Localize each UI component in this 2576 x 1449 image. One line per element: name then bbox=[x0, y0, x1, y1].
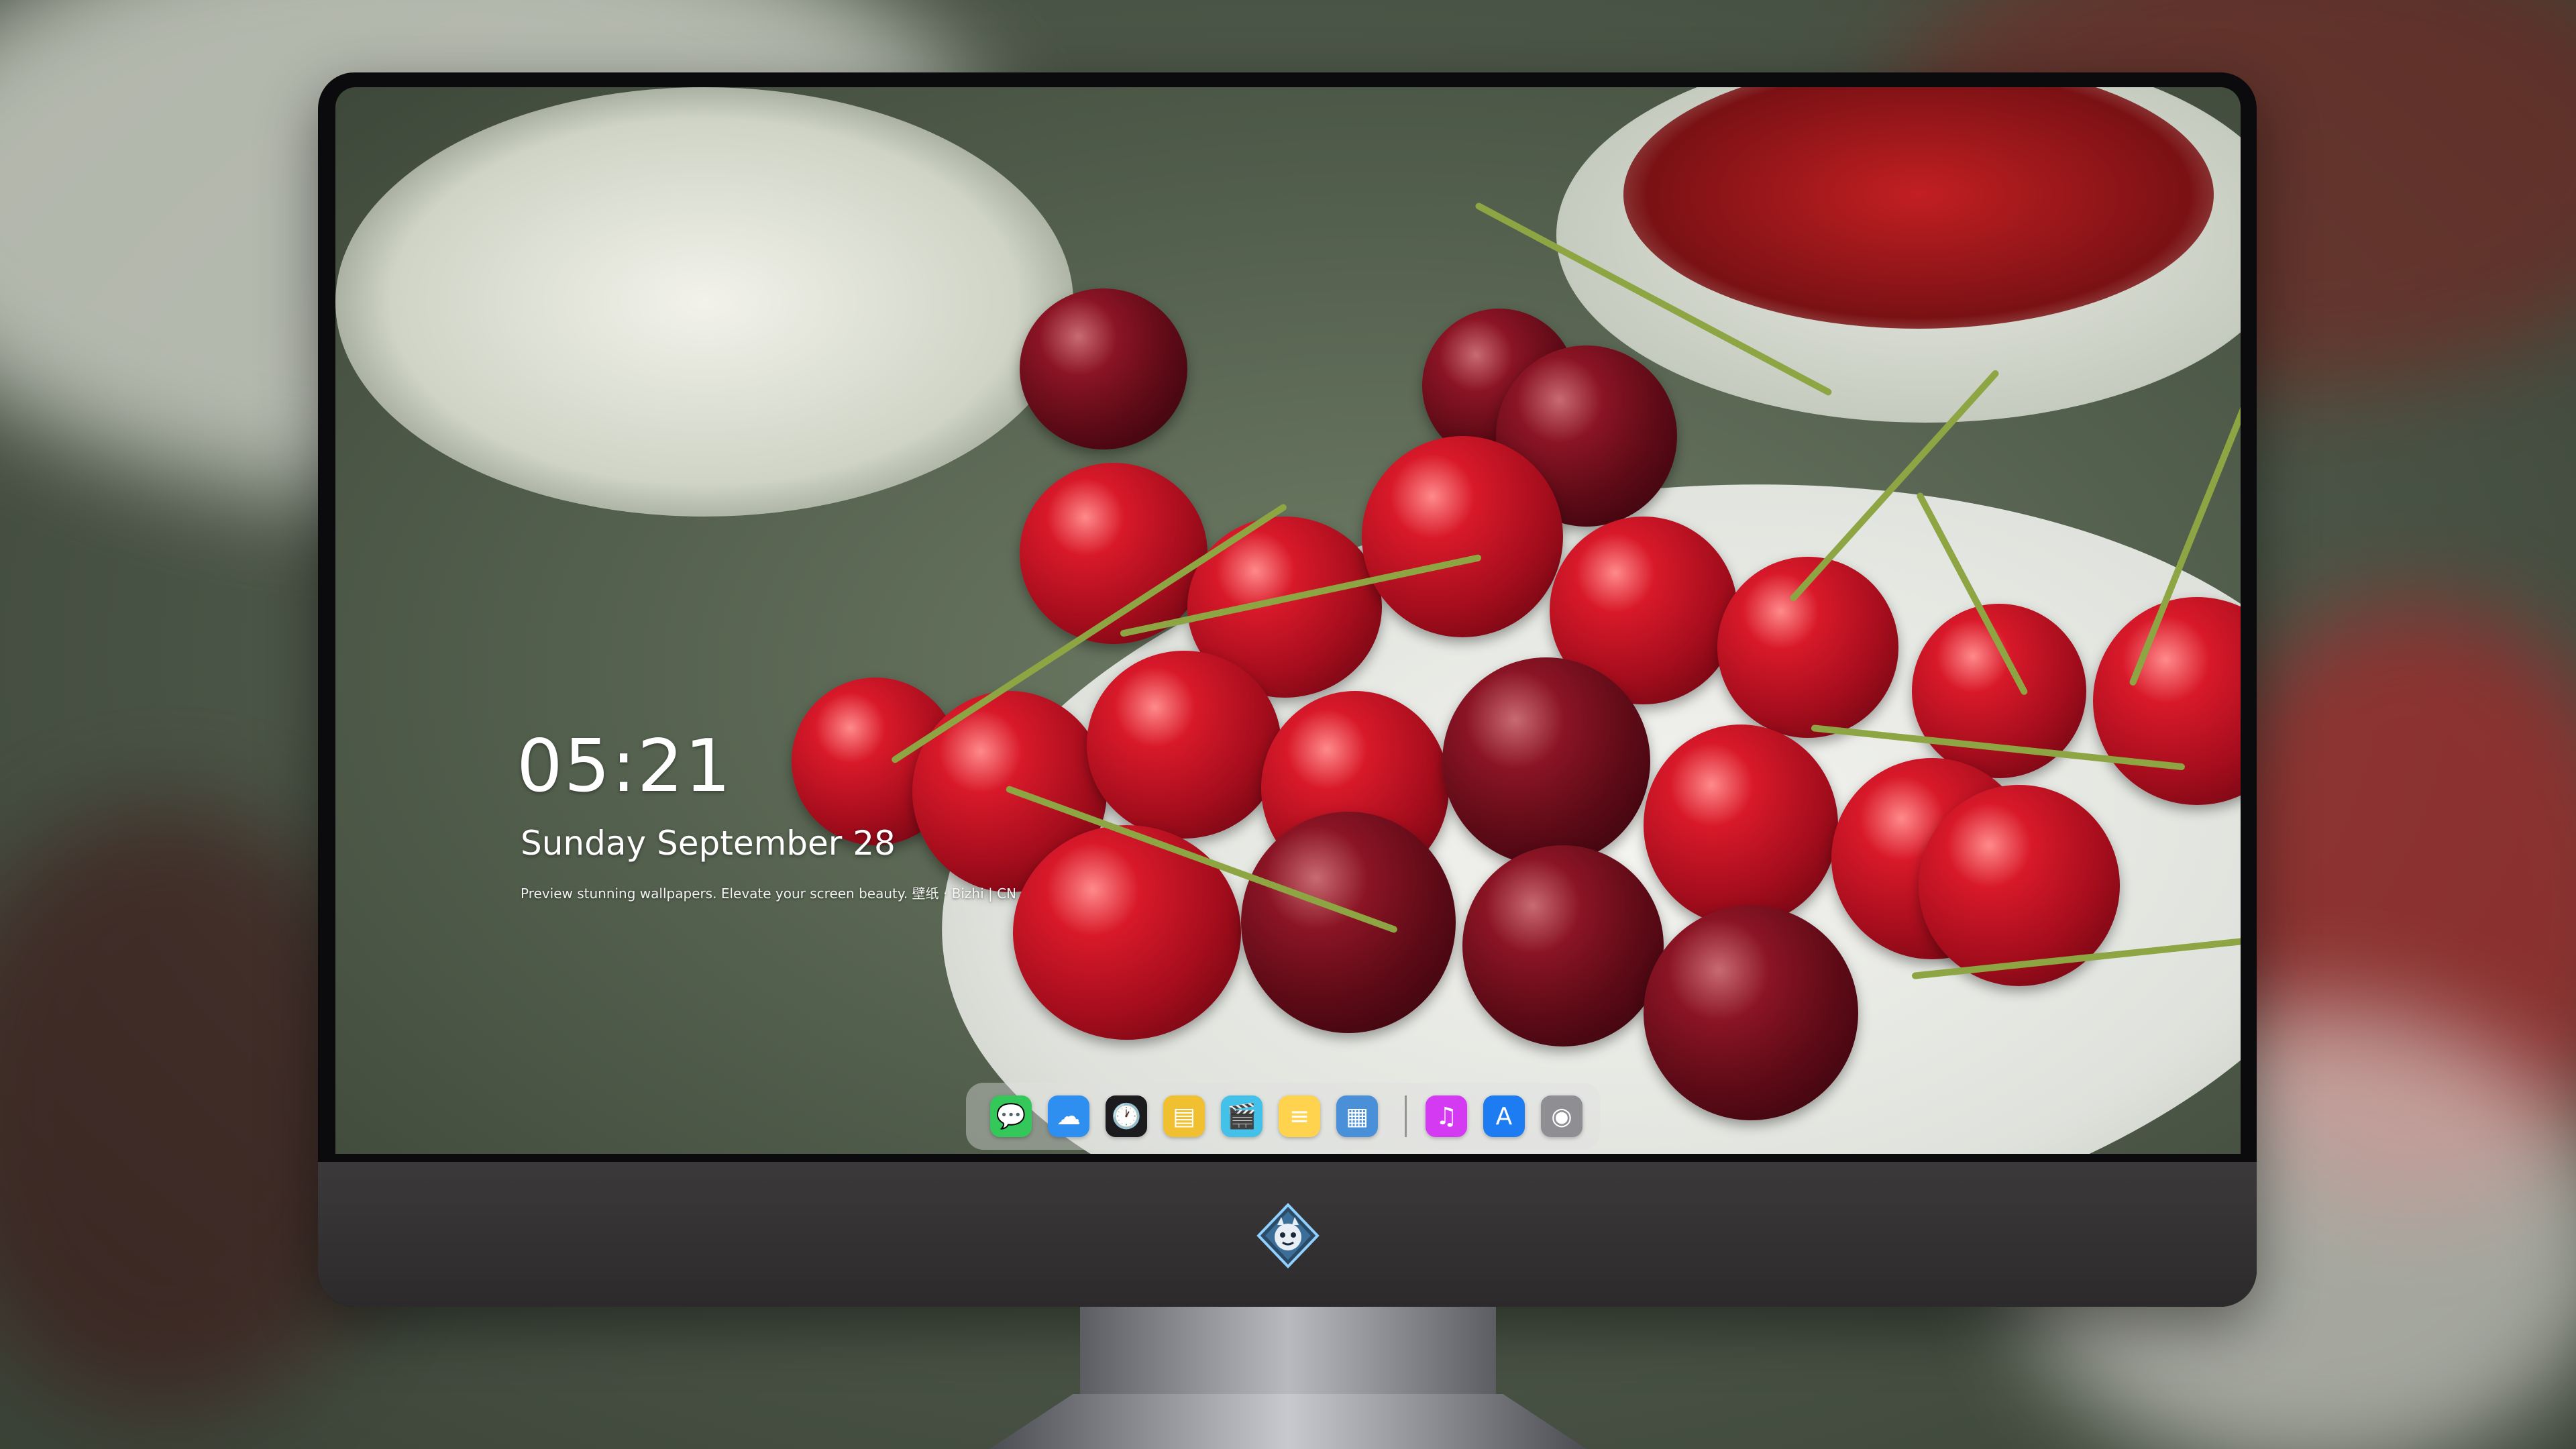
dragon-mascot-logo-icon bbox=[1256, 1203, 1320, 1269]
wallpaper-cherry bbox=[1087, 651, 1281, 839]
scene-background: 05:21 Sunday September 28 Preview stunni… bbox=[0, 0, 2576, 1449]
preview-icon[interactable]: ▤ bbox=[1163, 1095, 1205, 1137]
monitor-stand-base bbox=[989, 1394, 1587, 1449]
wallpaper-cherry bbox=[1644, 724, 1838, 926]
notes-icon[interactable]: ≡ bbox=[1279, 1095, 1320, 1137]
clock-icon[interactable]: 🕐 bbox=[1106, 1095, 1147, 1137]
music-note-icon[interactable]: ♫ bbox=[1426, 1095, 1467, 1137]
wallpaper-cherry bbox=[1362, 436, 1563, 637]
wallpaper-cherry bbox=[1644, 906, 1858, 1120]
wallpaper-cherry bbox=[1241, 812, 1456, 1033]
wallpaper-cream-plate bbox=[335, 87, 1073, 517]
wallpaper-cherry bbox=[1020, 288, 1187, 449]
monitor-stand-neck bbox=[1080, 1307, 1496, 1394]
app-store-icon[interactable]: A bbox=[1483, 1095, 1525, 1137]
dock-separator bbox=[1405, 1095, 1407, 1137]
lock-screen-date: Sunday September 28 bbox=[521, 824, 896, 863]
weather-cloud-icon[interactable]: ☁ bbox=[1048, 1095, 1089, 1137]
dock: 💬 ☁ 🕐 ▤ 🎬 ≡ ▦ ♫ A ◉ bbox=[966, 1083, 1600, 1150]
lock-screen-tagline: Preview stunning wallpapers. Elevate you… bbox=[521, 885, 1017, 902]
screen-wallpaper bbox=[335, 87, 2241, 1154]
lock-screen-time: 05:21 bbox=[517, 724, 733, 808]
message-bubble-icon[interactable]: 💬 bbox=[990, 1095, 1032, 1137]
photos-grid-icon[interactable]: ▦ bbox=[1336, 1095, 1378, 1137]
clapperboard-icon[interactable]: 🎬 bbox=[1221, 1095, 1263, 1137]
camera-icon[interactable]: ◉ bbox=[1541, 1095, 1582, 1137]
wallpaper-cherry bbox=[1442, 657, 1650, 865]
wallpaper-cherry bbox=[1462, 845, 1664, 1046]
